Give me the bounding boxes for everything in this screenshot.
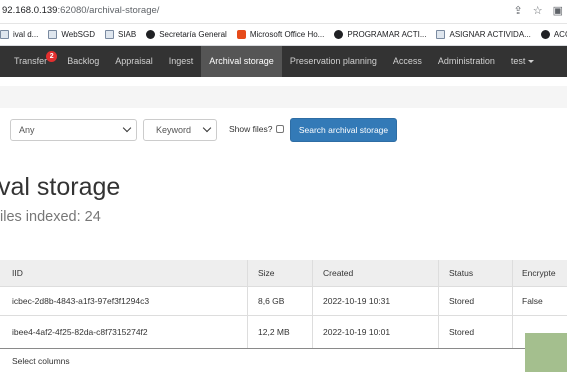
bookmark-label: ival d... [13, 30, 39, 39]
bookmark-label: SIAB [117, 30, 137, 39]
select-columns-link[interactable]: Select columns [12, 356, 70, 366]
extension-icon[interactable]: ▣ [553, 4, 563, 17]
nav-label: Administration [437, 56, 495, 66]
bookmark-label: Secretaría General [159, 30, 227, 39]
cell-created: 2022-10-19 10:31 [313, 287, 439, 315]
nav-label: Preservation planning [289, 56, 377, 66]
bookmark-6[interactable]: PROGRAMAR ACTI... [334, 30, 426, 39]
table-row[interactable]: icbec-2d8b-4843-a1f3-97ef3f1294c3 8,6 GB… [0, 287, 567, 316]
search-field-select[interactable]: Keyword [143, 119, 217, 141]
nav-user-menu[interactable]: test [503, 46, 543, 77]
nav-administration[interactable]: Administration [430, 46, 503, 77]
nav-access[interactable]: Access [385, 46, 430, 77]
bookmark-label: PROGRAMAR ACTI... [347, 30, 427, 39]
bookmark-7[interactable]: ASIGNAR ACTIVIDA... [436, 30, 531, 39]
nav-label: Access [392, 56, 422, 66]
chevron-down-icon [122, 123, 132, 133]
nav-backlog[interactable]: Backlog [55, 46, 107, 77]
globe-icon [334, 30, 344, 39]
show-files-checkbox[interactable] [276, 125, 285, 133]
breadcrumb [0, 86, 567, 108]
url-actions: ⇪ ☆ ▣ [514, 4, 564, 17]
page-title: val storage [0, 173, 121, 201]
cell-status: Stored [439, 287, 513, 315]
table-row[interactable]: ibee4-4af2-4f25-82da-c8f7315274f2 12,2 M… [0, 316, 567, 349]
nav-appraisal[interactable]: Appraisal [107, 46, 161, 77]
browser-url-bar[interactable]: 92.168.0.139:62080/archival-storage/ ⇪ ☆… [0, 0, 567, 24]
share-icon[interactable]: ⇪ [514, 4, 523, 17]
aip-table: IID Size Created Status Encrypte icbec-2… [0, 260, 567, 349]
office-icon [236, 30, 246, 39]
bookmark-8[interactable]: ACOPIO [540, 30, 567, 39]
nav-ingest[interactable]: Ingest [161, 46, 202, 77]
bookmark-1[interactable]: ival d... [0, 30, 38, 39]
search-scope-select[interactable]: Any [10, 119, 137, 141]
files-indexed-count: iles indexed: 24 [0, 209, 101, 225]
search-archival-storage-button[interactable]: Search archival storage [290, 118, 397, 142]
url-text[interactable]: 92.168.0.139:62080/archival-storage/ [2, 5, 159, 16]
nav-label: Appraisal [115, 56, 153, 66]
doc-icon [48, 30, 58, 39]
main-navbar: Transfer 2 Backlog Appraisal Ingest Archi… [0, 46, 567, 77]
cell-status: Stored [439, 316, 513, 348]
globe-icon [146, 30, 156, 39]
bookmark-star-icon[interactable]: ☆ [533, 4, 543, 17]
col-header-status[interactable]: Status [439, 260, 513, 286]
bookmark-label: ACOPIO [553, 30, 567, 39]
col-header-uuid[interactable]: IID [0, 260, 248, 286]
chevron-down-icon [202, 123, 212, 133]
doc-icon [104, 30, 114, 39]
overlay-panel [525, 333, 567, 372]
cell-size: 12,2 MB [248, 316, 313, 348]
nav-label: test [510, 56, 526, 66]
bookmark-5[interactable]: Microsoft Office Ho... [236, 30, 325, 39]
col-header-size[interactable]: Size [248, 260, 313, 286]
cell-created: 2022-10-19 10:01 [313, 316, 439, 348]
bookmark-label: WebSGD [61, 30, 95, 39]
cell-uuid[interactable]: ibee4-4af2-4f25-82da-c8f7315274f2 [0, 316, 248, 348]
bookmark-4[interactable]: Secretaría General [146, 30, 227, 39]
globe-icon [540, 30, 550, 39]
nav-label: Archival storage [209, 56, 274, 66]
bookmark-2[interactable]: WebSGD [48, 30, 95, 39]
nav-archival-storage[interactable]: Archival storage [201, 46, 282, 77]
bookmark-3[interactable]: SIAB [104, 30, 137, 39]
caret-down-icon [528, 60, 535, 64]
nav-label: Backlog [67, 56, 100, 66]
url-path: :62080/archival-storage/ [57, 5, 160, 16]
select-value: Any [19, 125, 35, 135]
cell-size: 8,6 GB [248, 287, 313, 315]
col-header-created[interactable]: Created [313, 260, 439, 286]
nav-transfer[interactable]: Transfer 2 [0, 46, 58, 77]
cell-encrypted: False [522, 296, 543, 306]
show-files-label: Show files? [229, 124, 273, 134]
nav-preservation-planning[interactable]: Preservation planning [282, 46, 385, 77]
nav-label: Ingest [168, 56, 194, 66]
url-host: 92.168.0.139 [2, 5, 58, 16]
bookmark-label: ASIGNAR ACTIVIDA... [449, 30, 531, 39]
table-header-row: IID Size Created Status Encrypte [0, 260, 567, 287]
doc-icon [0, 30, 9, 39]
nav-label: Transfer [14, 56, 48, 66]
bookmarks-bar: ival d... WebSGD SIAB Secretaría General… [0, 24, 567, 46]
bookmark-label: Microsoft Office Ho... [249, 30, 325, 39]
select-value: Keyword [156, 125, 192, 135]
cell-uuid[interactable]: icbec-2d8b-4843-a1f3-97ef3f1294c3 [0, 287, 248, 315]
show-files-toggle: Show files? [229, 124, 285, 134]
doc-icon [436, 30, 446, 39]
col-header-encrypted[interactable]: Encrypte [513, 260, 567, 286]
